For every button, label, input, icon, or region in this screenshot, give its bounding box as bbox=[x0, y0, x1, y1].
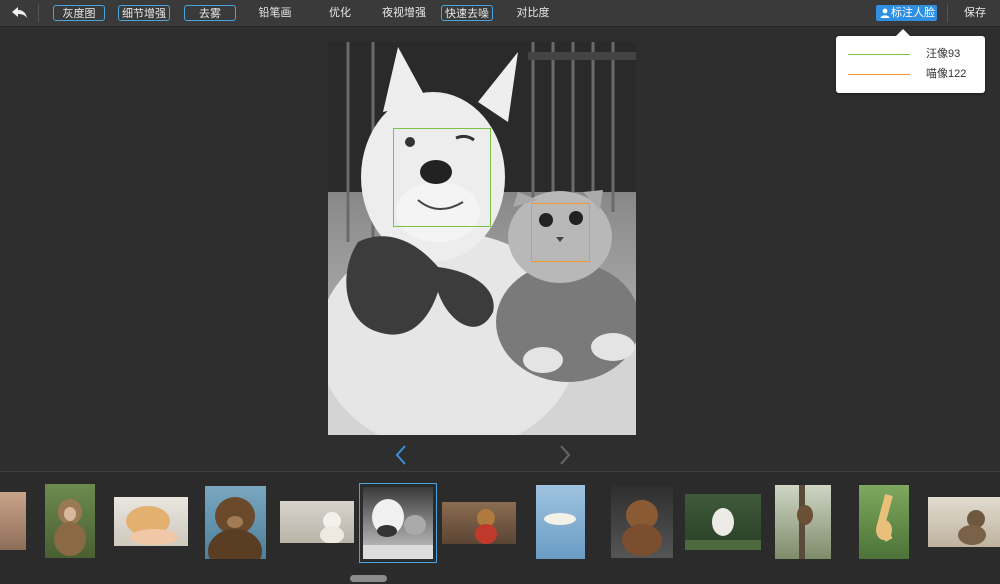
legend-label-dog: 汪像93 bbox=[926, 48, 961, 60]
thumbnail-teddy-bear-shop[interactable] bbox=[442, 502, 516, 544]
monkey-tree-image bbox=[797, 485, 813, 559]
filter-pencil-button[interactable]: 铅笔画 bbox=[249, 5, 301, 21]
filter-fast-denoise-button[interactable]: 快速去噪 bbox=[441, 5, 493, 21]
main-photo[interactable] bbox=[328, 42, 636, 435]
monkey-sitting-image bbox=[958, 510, 986, 545]
chevron-right-icon bbox=[560, 445, 571, 465]
toolbar-divider bbox=[38, 4, 39, 22]
filter-dehaze-button[interactable]: 去雾 bbox=[184, 5, 236, 21]
save-button[interactable]: 保存 bbox=[958, 5, 992, 21]
legend-line-dog bbox=[848, 54, 910, 55]
hamster-image bbox=[126, 506, 178, 545]
thumbnail-partial-face[interactable] bbox=[0, 492, 26, 550]
chevron-left-icon bbox=[395, 445, 406, 465]
teddy-bear-image bbox=[475, 509, 497, 544]
filter-detail-enhance-button[interactable]: 细节增强 bbox=[118, 5, 170, 21]
thumbnail-scrollbar[interactable] bbox=[350, 575, 387, 582]
thumbnail-gibbon[interactable] bbox=[859, 485, 909, 559]
back-arrow-icon bbox=[12, 7, 27, 18]
legend-line-cat bbox=[848, 74, 910, 75]
user-icon bbox=[880, 8, 890, 18]
monkey-image bbox=[54, 499, 86, 556]
next-image-button[interactable] bbox=[558, 444, 572, 466]
bear-cub-image bbox=[622, 500, 662, 556]
thumbnail-polar-bear[interactable] bbox=[536, 485, 585, 559]
thumbnail-white-bear-forest[interactable] bbox=[685, 494, 761, 550]
thumbnail-dog-and-cat[interactable] bbox=[359, 483, 437, 563]
thumbnail-cat-on-bed[interactable] bbox=[280, 501, 354, 543]
legend-label-cat: 喵像122 bbox=[926, 68, 967, 80]
dog-and-cat-image bbox=[363, 499, 433, 559]
bear-image bbox=[208, 497, 262, 559]
cat-face-box[interactable] bbox=[531, 203, 590, 262]
thumbnail-bear-cub[interactable] bbox=[611, 485, 673, 558]
cat-image bbox=[320, 512, 344, 543]
back-button[interactable] bbox=[8, 3, 32, 23]
filter-night-vision-button[interactable]: 夜视增强 bbox=[378, 5, 430, 21]
thumbnail-monkey-in-tree[interactable] bbox=[775, 485, 831, 559]
filter-grayscale-button[interactable]: 灰度图 bbox=[53, 5, 105, 21]
white-bear-image bbox=[685, 508, 761, 550]
gibbon-image bbox=[876, 493, 893, 542]
toolbar: 灰度图 细节增强 去雾 铅笔画 优化 夜视增强 快速去噪 对比度 标注人脸 保存 bbox=[0, 0, 1000, 27]
legend-item-dog[interactable]: 汪像93 bbox=[848, 47, 978, 61]
thumbnail-hamster[interactable] bbox=[114, 497, 188, 546]
filter-optimize-button[interactable]: 优化 bbox=[314, 5, 366, 21]
annotate-faces-label: 标注人脸 bbox=[891, 7, 935, 19]
face-legend-popup: 汪像93 喵像122 bbox=[836, 29, 985, 93]
annotate-faces-button[interactable]: 标注人脸 bbox=[876, 5, 937, 21]
dog-face-box[interactable] bbox=[393, 128, 491, 227]
thumbnail-monkey-sitting[interactable] bbox=[928, 497, 1000, 547]
filter-contrast-button[interactable]: 对比度 bbox=[507, 5, 559, 21]
previous-image-button[interactable] bbox=[394, 444, 408, 466]
thumbnail-monkey[interactable] bbox=[45, 484, 95, 558]
legend-item-cat[interactable]: 喵像122 bbox=[848, 67, 978, 81]
thumbnail-bear[interactable] bbox=[205, 486, 266, 559]
toolbar-divider bbox=[947, 4, 948, 22]
polar-bear-image bbox=[544, 513, 576, 525]
